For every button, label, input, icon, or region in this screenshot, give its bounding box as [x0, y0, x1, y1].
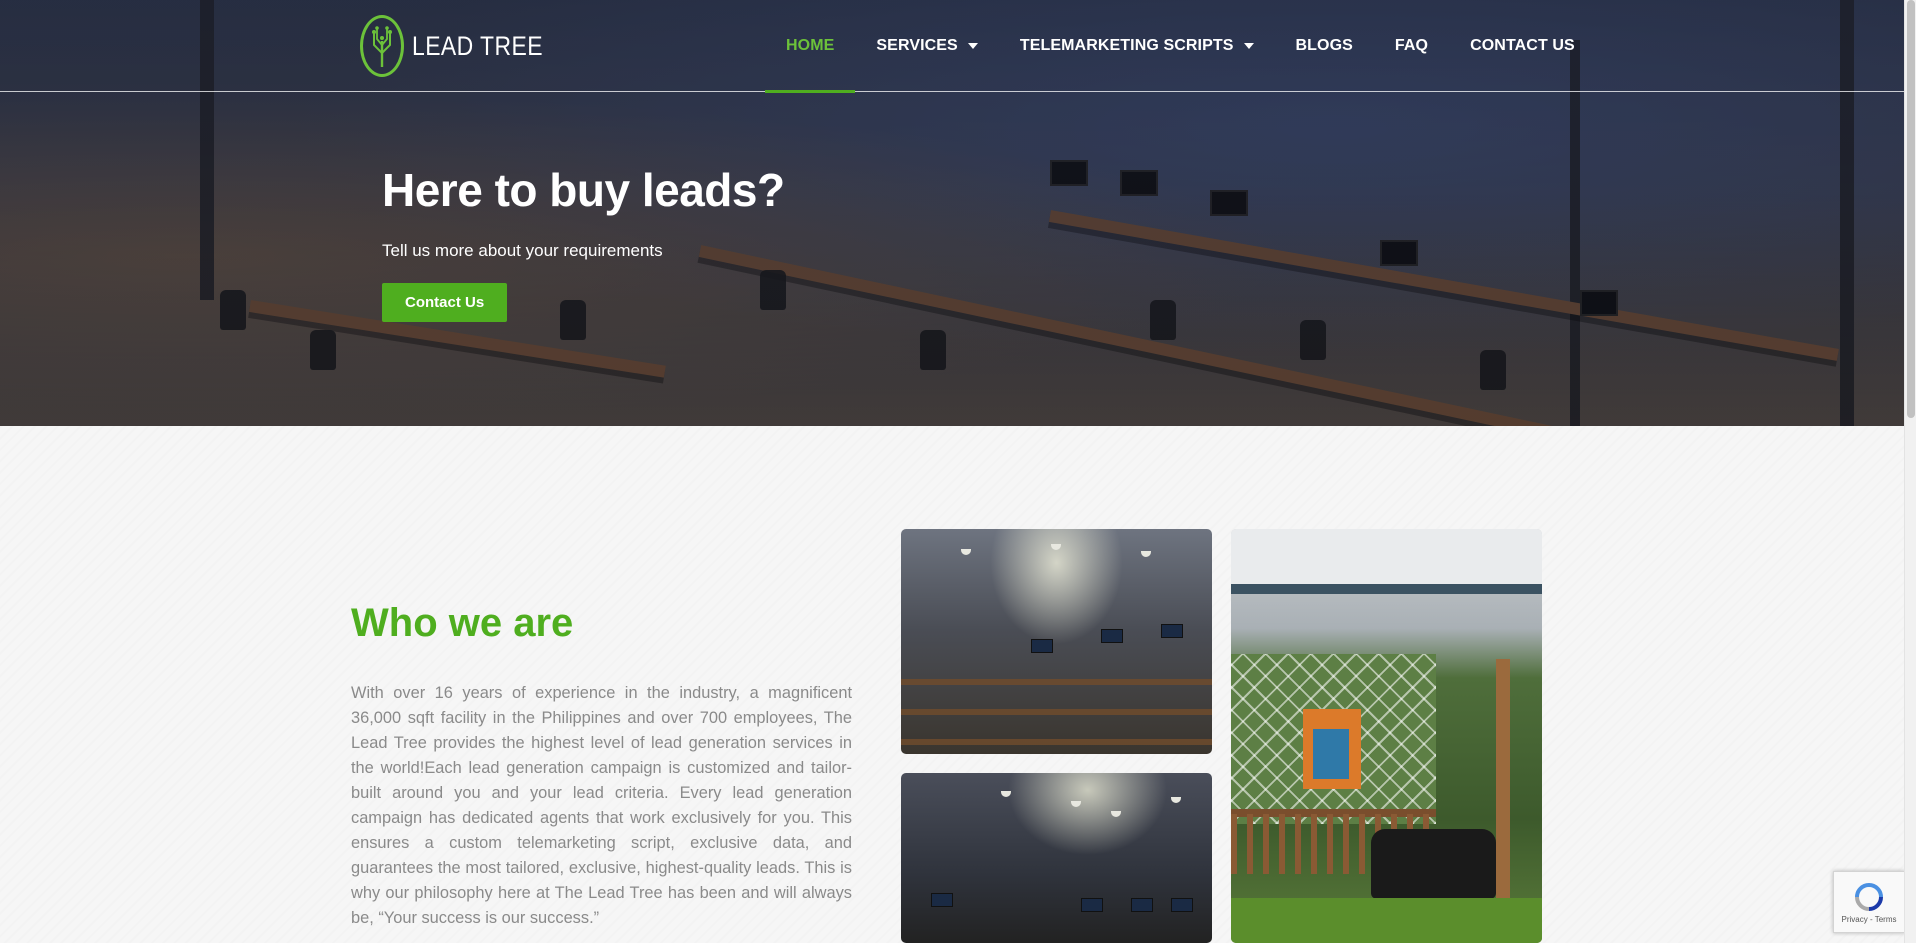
section-title: Who we are — [351, 601, 574, 645]
ceiling-shape — [1231, 529, 1542, 589]
main-nav: HOME SERVICES TELEMARKETING SCRIPTS BLOG… — [765, 0, 1596, 93]
section-body: With over 16 years of experience in the … — [351, 684, 852, 927]
nav-item-services[interactable]: SERVICES — [855, 0, 998, 92]
screen-shape — [931, 893, 953, 907]
nav-item-label: TELEMARKETING SCRIPTS — [1019, 37, 1234, 54]
beam-shape — [1231, 584, 1542, 594]
site-header: LEAD TREE HOME SERVICES TELEMARKETING SC… — [0, 0, 1904, 93]
lamp-shape — [1141, 551, 1151, 557]
who-we-are-section: Who we are With over 16 years of experie… — [0, 426, 1904, 943]
office-photo-lounge — [1231, 529, 1542, 943]
desk-row — [901, 679, 1212, 685]
tree-logo-icon — [360, 15, 404, 77]
grass-shape — [1231, 898, 1542, 943]
nav-item-label: BLOGS — [1295, 37, 1353, 54]
lamp-shape — [961, 549, 971, 555]
recaptcha-links: Privacy - Terms — [1841, 914, 1897, 924]
lamp-shape — [1051, 544, 1061, 550]
scrollbar[interactable] — [1904, 0, 1916, 943]
nav-item-contact-us[interactable]: CONTACT US — [1449, 0, 1596, 92]
nav-item-blogs[interactable]: BLOGS — [1275, 0, 1374, 92]
chevron-down-icon — [967, 43, 978, 49]
recaptcha-badge[interactable]: Privacy - Terms — [1833, 871, 1905, 933]
screen-shape — [1161, 624, 1183, 638]
nav-item-label: HOME — [786, 37, 835, 54]
desk-row — [901, 739, 1212, 745]
screen-shape — [1101, 629, 1123, 643]
lamp-shape — [1071, 801, 1081, 807]
nav-item-label: FAQ — [1394, 37, 1429, 54]
nav-item-label: SERVICES — [876, 37, 958, 54]
hero-content: Here to buy leads? Tell us more about yo… — [382, 163, 785, 322]
lamp-shape — [1111, 811, 1121, 817]
screen-shape — [1131, 898, 1153, 912]
logo-text: LEAD TREE — [412, 30, 543, 61]
desk-row — [901, 709, 1212, 715]
nav-item-faq[interactable]: FAQ — [1374, 0, 1449, 92]
lamp-shape — [1001, 791, 1011, 797]
contact-us-button[interactable]: Contact Us — [382, 283, 508, 322]
office-photo-hall — [901, 773, 1212, 943]
tree-icon — [372, 26, 392, 67]
hero-subtitle: Tell us more about your requirements — [382, 241, 663, 260]
screen-shape — [1031, 639, 1053, 653]
lamp-shape — [1171, 797, 1181, 803]
chevron-down-icon — [1243, 43, 1254, 49]
scrollbar-thumb[interactable] — [1907, 0, 1915, 418]
nav-item-telemarketing-scripts[interactable]: TELEMARKETING SCRIPTS — [999, 0, 1275, 92]
nav-item-label: CONTACT US — [1470, 37, 1575, 54]
recaptcha-icon — [1855, 882, 1883, 911]
logo[interactable]: LEAD TREE — [360, 15, 566, 77]
screen-shape — [1081, 898, 1103, 912]
couch-shape — [1371, 829, 1496, 899]
panel-shape — [1313, 729, 1349, 779]
hero-title: Here to buy leads? — [382, 164, 785, 216]
screen-shape — [1171, 898, 1193, 912]
office-photo-floor — [901, 529, 1212, 754]
nav-item-home[interactable]: HOME — [765, 0, 856, 93]
